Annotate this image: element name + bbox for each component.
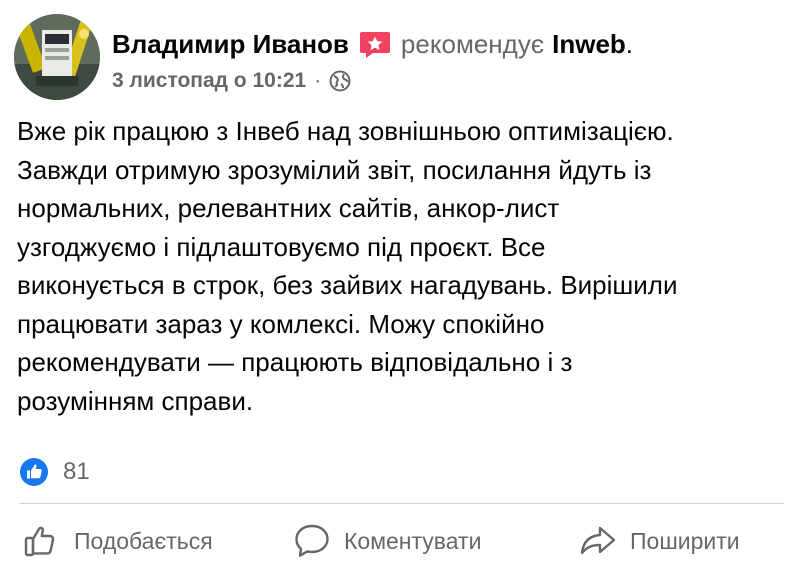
share-icon — [578, 521, 618, 561]
avatar[interactable] — [14, 14, 100, 100]
thumbs-up-icon — [22, 521, 62, 561]
post-text: Вже рік працюю з Інвеб над зовнішньою оп… — [17, 116, 678, 416]
meta-separator: · — [314, 69, 322, 92]
post-timestamp[interactable]: 3 листопад о 10:21 — [112, 69, 306, 93]
post-actions: Подобається Коментувати Поширити — [0, 516, 800, 566]
post-header: Владимир Иванов рекомендує Inweb . 3 лис… — [14, 14, 784, 100]
author-line: Владимир Иванов рекомендує Inweb . — [112, 24, 633, 64]
divider — [20, 503, 784, 504]
globe-icon[interactable] — [329, 70, 351, 92]
recommend-star-icon — [359, 28, 391, 60]
like-reaction-icon — [20, 458, 48, 486]
comment-button[interactable]: Коментувати — [292, 516, 481, 566]
recommend-text: рекомендує — [400, 28, 545, 59]
page-name-link[interactable]: Inweb — [552, 29, 626, 60]
comment-button-label: Коментувати — [344, 527, 482, 554]
like-button[interactable]: Подобається — [22, 516, 213, 566]
comment-icon — [292, 521, 332, 561]
share-button-label: Поширити — [630, 527, 740, 554]
reactions-summary[interactable]: 81 — [20, 456, 90, 488]
reaction-count: 81 — [63, 458, 90, 485]
period: . — [625, 28, 634, 59]
author-name[interactable]: Владимир Иванов — [112, 29, 349, 60]
post-meta: 3 листопад о 10:21 · — [112, 66, 351, 96]
share-button[interactable]: Поширити — [578, 516, 740, 566]
avatar-photo — [14, 14, 100, 100]
like-button-label: Подобається — [74, 527, 213, 554]
